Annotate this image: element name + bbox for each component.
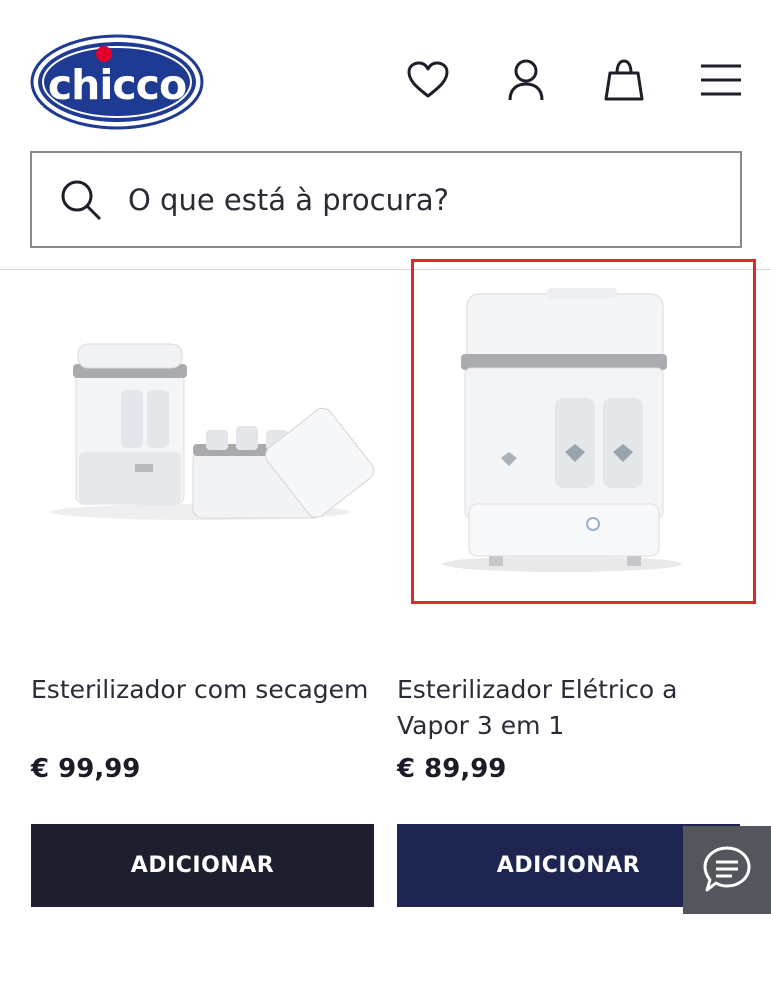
site-header: chicco xyxy=(0,0,771,270)
search-bar[interactable] xyxy=(30,151,742,248)
user-icon[interactable] xyxy=(502,56,550,104)
hamburger-menu-icon[interactable] xyxy=(697,56,745,104)
product-title[interactable]: Esterilizador com secagem xyxy=(31,672,371,708)
product-card[interactable]: Esterilizador Elétrico a Vapor 3 em 1 € … xyxy=(397,272,740,907)
heart-icon[interactable] xyxy=(404,56,452,104)
search-input[interactable] xyxy=(128,182,688,217)
product-title[interactable]: Esterilizador Elétrico a Vapor 3 em 1 xyxy=(397,672,737,744)
add-to-cart-button[interactable]: ADICIONAR xyxy=(31,824,374,907)
product-card[interactable]: Esterilizador com secagem € 99,99 ADICIO… xyxy=(31,272,374,907)
search-icon xyxy=(61,180,102,220)
product-price: € 99,99 xyxy=(31,754,141,784)
chat-bubble-icon xyxy=(703,846,751,892)
shopping-bag-icon[interactable] xyxy=(600,56,648,104)
chicco-logo[interactable]: chicco xyxy=(30,34,204,130)
chat-button[interactable] xyxy=(683,826,771,914)
product-image[interactable] xyxy=(31,272,374,610)
product-image[interactable] xyxy=(397,272,740,610)
svg-text:chicco: chicco xyxy=(48,61,186,109)
product-price: € 89,99 xyxy=(397,754,507,784)
